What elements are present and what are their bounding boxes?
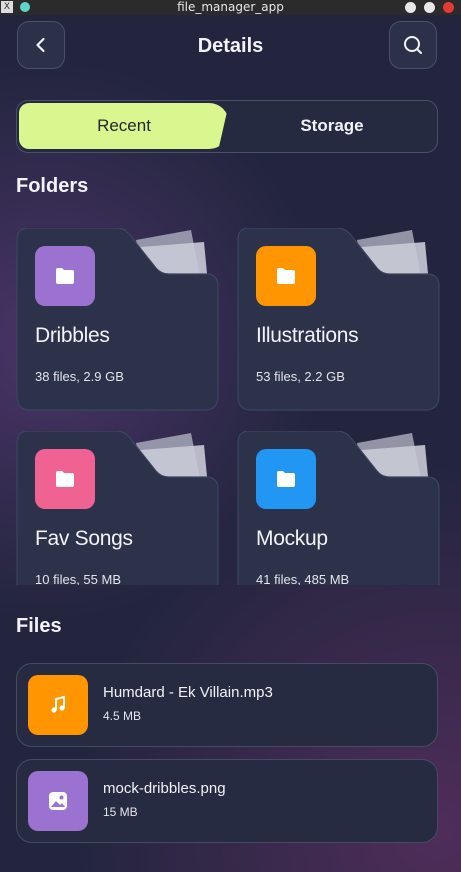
folder-card-mockup[interactable]: Mockup 41 files, 485 MB [237, 431, 441, 585]
file-size: 4.5 MB [103, 709, 142, 723]
file-row-mp3[interactable]: Humdard - Ek Villain.mp3 4.5 MB [16, 663, 438, 747]
window-title: file_manager_app [177, 0, 284, 14]
folder-card-fav-songs[interactable]: Fav Songs 10 files, 55 MB [16, 431, 220, 585]
folder-icon [277, 268, 295, 284]
folders-heading: Folders [16, 175, 89, 197]
folder-card-dribbles[interactable]: Dribbles 38 files, 2.9 GB [16, 228, 220, 411]
folder-icon [277, 471, 295, 487]
music-note-icon [51, 695, 65, 713]
file-name: mock-dribbles.png [103, 780, 226, 797]
folder-card-illustrations[interactable]: Illustrations 53 files, 2.2 GB [237, 228, 441, 411]
recent-storage-toggle: Recent Storage [16, 100, 438, 153]
app-screen: Details Recent Storage Folders Dribbles … [0, 15, 461, 872]
folder-name: Illustrations [256, 324, 359, 347]
folder-badge [256, 449, 316, 509]
window-maximize-button[interactable] [424, 2, 435, 13]
window-pin-button[interactable] [20, 2, 30, 12]
tab-storage[interactable]: Storage [229, 103, 435, 149]
folder-icon [56, 471, 74, 487]
folder-meta: 53 files, 2.2 GB [256, 369, 345, 384]
folder-meta: 41 files, 485 MB [256, 572, 350, 585]
file-size: 15 MB [103, 805, 138, 819]
folder-badge [35, 449, 95, 509]
search-button[interactable] [389, 21, 437, 69]
file-row-png[interactable]: mock-dribbles.png 15 MB [16, 759, 438, 843]
folder-icon [56, 268, 74, 284]
window-title-bar: X file_manager_app [0, 0, 461, 15]
window-minimize-button[interactable] [405, 2, 416, 13]
files-heading: Files [16, 615, 62, 637]
tab-recent[interactable]: Recent [19, 103, 229, 149]
folder-badge [35, 246, 95, 306]
file-icon-badge [28, 771, 88, 831]
search-icon [404, 36, 422, 54]
folder-name: Dribbles [35, 324, 110, 347]
file-icon-badge [28, 675, 88, 735]
window-close-button[interactable] [443, 2, 454, 13]
folder-meta: 38 files, 2.9 GB [35, 369, 124, 384]
folder-badge [256, 246, 316, 306]
folder-meta: 10 files, 55 MB [35, 572, 121, 585]
app-x-icon: X [1, 1, 13, 13]
folders-grid: Dribbles 38 files, 2.9 GB Illustrations … [0, 222, 461, 585]
file-name: Humdard - Ek Villain.mp3 [103, 684, 273, 701]
folder-name: Mockup [256, 527, 328, 550]
image-icon [49, 792, 67, 810]
folder-name: Fav Songs [35, 527, 133, 550]
